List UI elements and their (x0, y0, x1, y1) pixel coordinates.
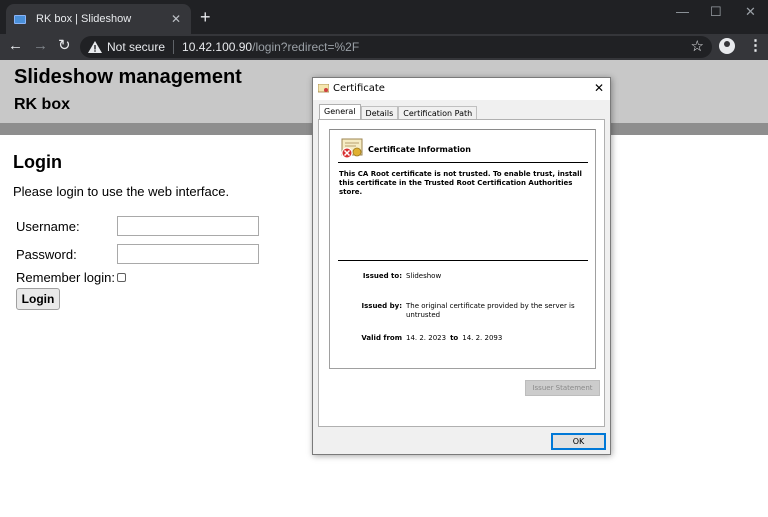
divider (338, 162, 588, 163)
window-close-icon[interactable]: ✕ (745, 4, 756, 20)
trust-warning-text: This CA Root certificate is not trusted.… (339, 170, 582, 196)
valid-from-value: 14. 2. 2023 (406, 334, 447, 342)
forward-icon[interactable]: → (33, 37, 48, 55)
page-title: Slideshow management (14, 66, 242, 88)
dialog-titlebar[interactable]: Certificate ✕ (313, 78, 610, 100)
dialog-title: Certificate (333, 83, 385, 94)
tab-details[interactable]: Details (360, 106, 399, 120)
warning-icon[interactable] (88, 41, 102, 53)
tab-close-icon[interactable]: ✕ (169, 12, 183, 26)
back-icon[interactable]: ← (8, 37, 23, 55)
issued-to-label: Issued to: (362, 272, 402, 280)
tab-general[interactable]: General (319, 104, 361, 120)
remember-login-checkbox[interactable] (117, 273, 126, 282)
browser-tab-strip: RK box | Slideshow ✕ + — ☐ ✕ (0, 0, 768, 34)
remember-login-label: Remember login: (16, 270, 115, 285)
password-label: Password: (16, 247, 77, 262)
issued-by-value: The original certificate provided by the… (406, 302, 575, 319)
url-host: 10.42.100.90 (182, 40, 253, 54)
dialog-tabs: General Details Certification Path (319, 104, 478, 120)
browser-menu-icon[interactable]: ⋮ (748, 37, 763, 55)
maximize-icon[interactable]: ☐ (710, 4, 722, 20)
url-path: /login?redirect=%2F (252, 40, 360, 54)
browser-toolbar: ← → ↻ Not secure 10.42.100.90/login?redi… (0, 34, 768, 60)
valid-from-label: Valid from (361, 334, 402, 342)
login-description: Please login to use the web interface. (13, 184, 230, 199)
issuer-statement-button[interactable]: Issuer Statement (525, 380, 600, 396)
login-heading: Login (13, 152, 62, 172)
certificate-dialog: Certificate ✕ General Details Certificat… (312, 77, 611, 455)
valid-to-value: 14. 2. 2093 (462, 334, 503, 342)
ok-button[interactable]: OK (551, 433, 606, 450)
certificate-icon (318, 84, 329, 93)
tab-title: RK box | Slideshow (36, 13, 132, 25)
page-subtitle: RK box (14, 96, 70, 113)
issued-by-label: Issued by: (361, 302, 403, 310)
new-tab-icon[interactable]: + (200, 8, 211, 26)
issued-to-value: Slideshow (406, 272, 442, 280)
certificate-info-box: Certificate Information This CA Root cer… (329, 129, 596, 369)
login-button[interactable]: Login (16, 288, 60, 310)
favicon-icon (14, 14, 26, 24)
username-field[interactable] (117, 216, 259, 236)
valid-to-label: to (450, 334, 459, 342)
validity-period: 14. 2. 2023 to 14. 2. 2093 (406, 334, 586, 343)
divider (338, 260, 588, 261)
omnibox-separator (173, 40, 175, 54)
reload-icon[interactable]: ↻ (58, 37, 71, 55)
security-label[interactable]: Not secure (107, 40, 165, 54)
tab-certification-path[interactable]: Certification Path (398, 106, 478, 120)
username-label: Username: (16, 219, 80, 234)
address-bar[interactable]: Not secure 10.42.100.90/login?redirect=%… (80, 36, 712, 58)
profile-avatar-icon[interactable] (719, 38, 735, 54)
password-field[interactable] (117, 244, 259, 264)
untrusted-certificate-icon (341, 138, 363, 159)
bookmark-star-icon[interactable]: ☆ (691, 37, 704, 55)
dialog-close-icon[interactable]: ✕ (594, 81, 604, 95)
certificate-info-title: Certificate Information (368, 145, 471, 154)
general-tab-panel: Certificate Information This CA Root cer… (318, 119, 605, 427)
minimize-icon[interactable]: — (676, 4, 689, 19)
browser-tab[interactable]: RK box | Slideshow ✕ (6, 4, 191, 34)
